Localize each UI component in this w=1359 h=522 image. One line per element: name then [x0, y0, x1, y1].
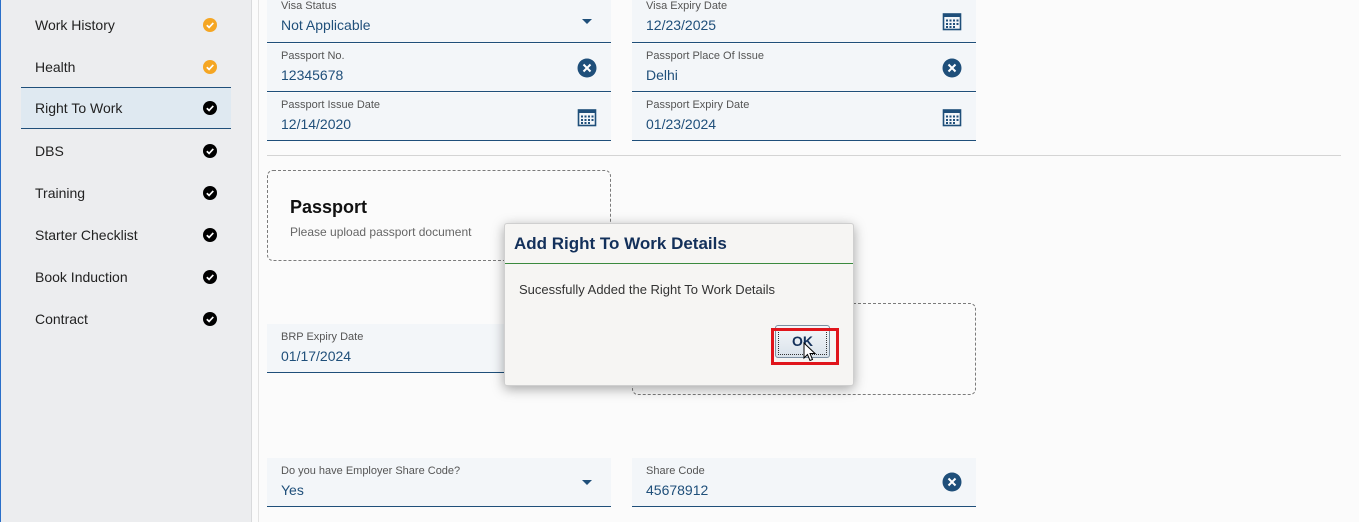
sidebar-item-label: Work History	[35, 17, 115, 33]
calendar-icon[interactable]	[577, 107, 597, 127]
mouse-cursor-icon	[803, 341, 817, 367]
sidebar: Work History Health Right To Work DBS Tr…	[1, 0, 252, 522]
field-label: Visa Expiry Date	[646, 0, 728, 12]
sidebar-item-label: Right To Work	[35, 100, 123, 116]
sidebar-item-label: Contract	[35, 311, 88, 327]
complete-check-icon	[203, 101, 217, 115]
field-label: Share Code	[646, 465, 705, 477]
clear-icon[interactable]	[942, 58, 962, 78]
calendar-icon[interactable]	[942, 107, 962, 127]
passport-expiry-date-field[interactable]: Passport Expiry Date 01/23/2024	[632, 93, 976, 141]
share-code-field[interactable]: Share Code 45678912	[632, 458, 976, 507]
pending-check-icon	[203, 18, 217, 32]
sidebar-item-starter-checklist[interactable]: Starter Checklist	[21, 214, 231, 256]
field-value: 12/14/2020	[281, 116, 352, 132]
sidebar-item-label: Book Induction	[35, 269, 128, 285]
sidebar-item-label: Training	[35, 185, 86, 201]
upload-subtitle: Please upload passport document	[290, 225, 472, 239]
field-label: Passport Expiry Date	[646, 99, 750, 111]
field-label: Passport Place Of Issue	[646, 50, 764, 62]
dialog-message: Sucessfully Added the Right To Work Deta…	[519, 282, 776, 297]
field-value: 12/23/2025	[646, 17, 717, 33]
passport-place-of-issue-field[interactable]: Passport Place Of Issue Delhi	[632, 44, 976, 92]
sidebar-item-label: Starter Checklist	[35, 227, 138, 243]
sidebar-item-dbs[interactable]: DBS	[21, 130, 231, 172]
field-label: Passport Issue Date	[281, 99, 381, 111]
sidebar-item-health[interactable]: Health	[21, 46, 231, 88]
complete-check-icon	[203, 186, 217, 200]
complete-check-icon	[203, 228, 217, 242]
success-dialog: Add Right To Work Details Sucessfully Ad…	[504, 223, 854, 386]
dialog-title-divider	[505, 263, 853, 264]
field-value: 01/23/2024	[646, 116, 717, 132]
field-value: 45678912	[646, 482, 709, 498]
dialog-title: Add Right To Work Details	[514, 234, 727, 253]
section-divider	[267, 155, 1341, 156]
chevron-down-icon[interactable]	[577, 11, 597, 31]
sidebar-item-book-induction[interactable]: Book Induction	[21, 256, 231, 298]
field-value: Not Applicable	[281, 17, 371, 33]
upload-title: Passport	[290, 197, 368, 217]
complete-check-icon	[203, 312, 217, 326]
pending-check-icon	[203, 60, 217, 74]
sidebar-item-work-history[interactable]: Work History	[21, 4, 231, 46]
field-value: Delhi	[646, 67, 678, 83]
calendar-icon[interactable]	[942, 11, 962, 31]
clear-icon[interactable]	[942, 472, 962, 492]
sidebar-item-contract[interactable]: Contract	[21, 298, 231, 340]
field-value: 12345678	[281, 67, 344, 83]
sidebar-item-label: Health	[35, 59, 76, 75]
chevron-down-icon[interactable]	[577, 472, 597, 492]
passport-issue-date-field[interactable]: Passport Issue Date 12/14/2020	[267, 93, 611, 141]
field-label: Do you have Employer Share Code?	[281, 465, 461, 477]
visa-expiry-date-field[interactable]: Visa Expiry Date 12/23/2025	[632, 0, 976, 43]
complete-check-icon	[203, 144, 217, 158]
visa-status-select[interactable]: Visa Status Not Applicable	[267, 0, 611, 43]
field-label: Visa Status	[281, 0, 337, 12]
sidebar-item-right-to-work[interactable]: Right To Work	[21, 87, 231, 129]
clear-icon[interactable]	[577, 58, 597, 78]
sidebar-item-label: DBS	[35, 143, 64, 159]
complete-check-icon	[203, 270, 217, 284]
passport-no-field[interactable]: Passport No. 12345678	[267, 44, 611, 92]
field-label: Passport No.	[281, 50, 345, 62]
field-value: Yes	[281, 482, 304, 498]
sidebar-item-training[interactable]: Training	[21, 172, 231, 214]
content-divider	[258, 0, 259, 522]
employer-share-code-select[interactable]: Do you have Employer Share Code? Yes	[267, 458, 611, 507]
